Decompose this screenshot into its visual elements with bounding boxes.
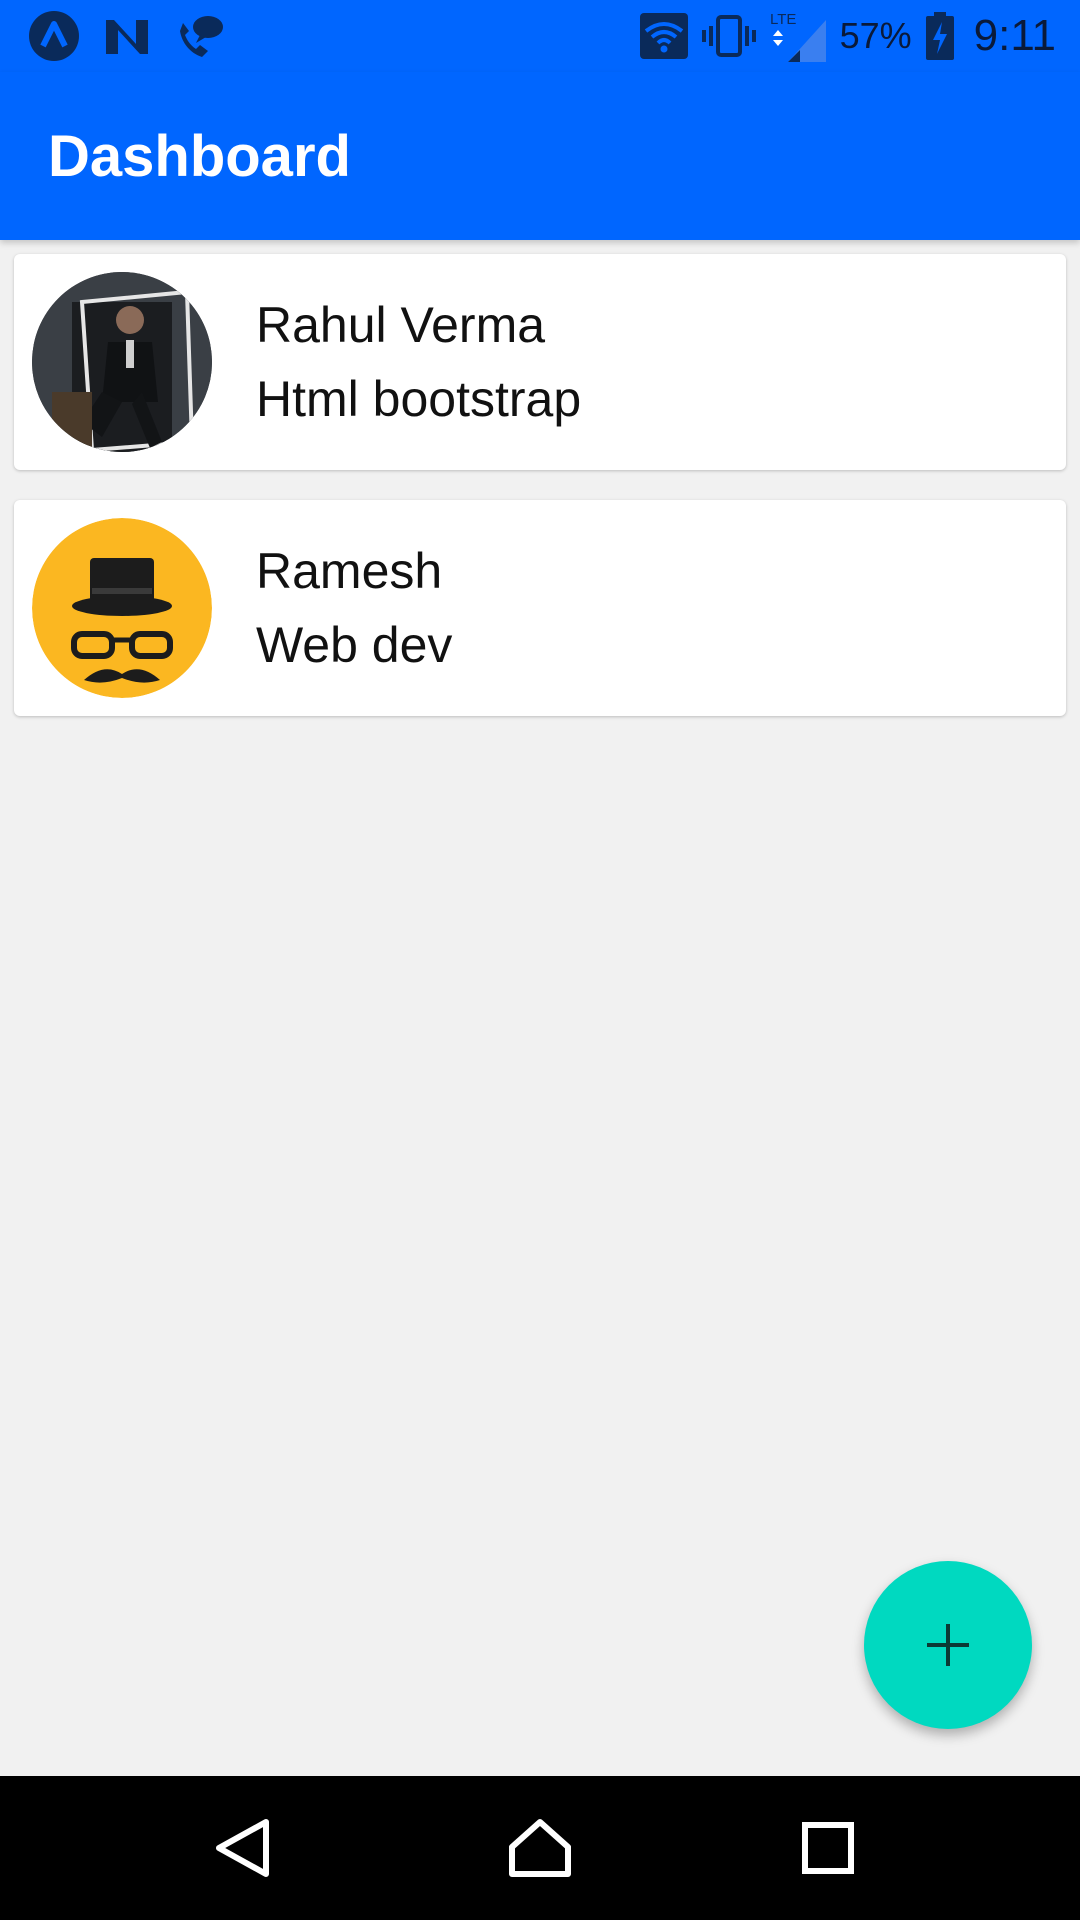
hat-glasses-mustache-avatar-icon [32,518,212,698]
back-icon [216,1819,269,1877]
home-icon [509,1819,571,1877]
app-n-icon [104,16,150,56]
contact-name: Ramesh [256,543,443,599]
avatar [32,518,212,698]
contact-name: Rahul Verma [256,297,546,353]
navigation-bar [0,1776,1080,1920]
photo-avatar-icon [32,272,212,452]
back-button[interactable] [162,1776,322,1920]
lte-signal-icon: LTE [770,10,826,62]
card-text: Rahul Verma Html bootstrap [256,294,581,430]
status-left [28,10,224,62]
add-button[interactable] [864,1561,1032,1729]
wifi-icon [639,13,688,59]
status-right: LTE 57% 9:11 [639,10,1056,62]
avatar [32,272,212,452]
recents-button[interactable] [748,1776,908,1920]
app-a-icon [28,10,80,62]
battery-percent: 57% [839,15,912,56]
contact-role: Web dev [256,617,453,673]
recents-icon [802,1822,854,1874]
contact-list: Rahul Verma Html bootstrap Ramesh Web de… [14,254,1066,716]
status-clock: 9:11 [973,11,1056,60]
battery-charging-icon [925,12,954,60]
list-item[interactable]: Rahul Verma Html bootstrap [14,254,1066,470]
plus-icon [927,1624,969,1666]
home-button[interactable] [460,1776,620,1920]
card-text: Ramesh Web dev [256,540,452,676]
status-bar: LTE 57% 9:11 [0,0,1080,72]
svg-text:LTE: LTE [770,11,796,28]
vibrate-icon [701,14,756,58]
phone-chat-icon [174,13,224,59]
page-title: Dashboard [48,123,351,189]
list-item[interactable]: Ramesh Web dev [14,500,1066,716]
app-bar: Dashboard [0,72,1080,240]
contact-role: Html bootstrap [256,371,582,427]
